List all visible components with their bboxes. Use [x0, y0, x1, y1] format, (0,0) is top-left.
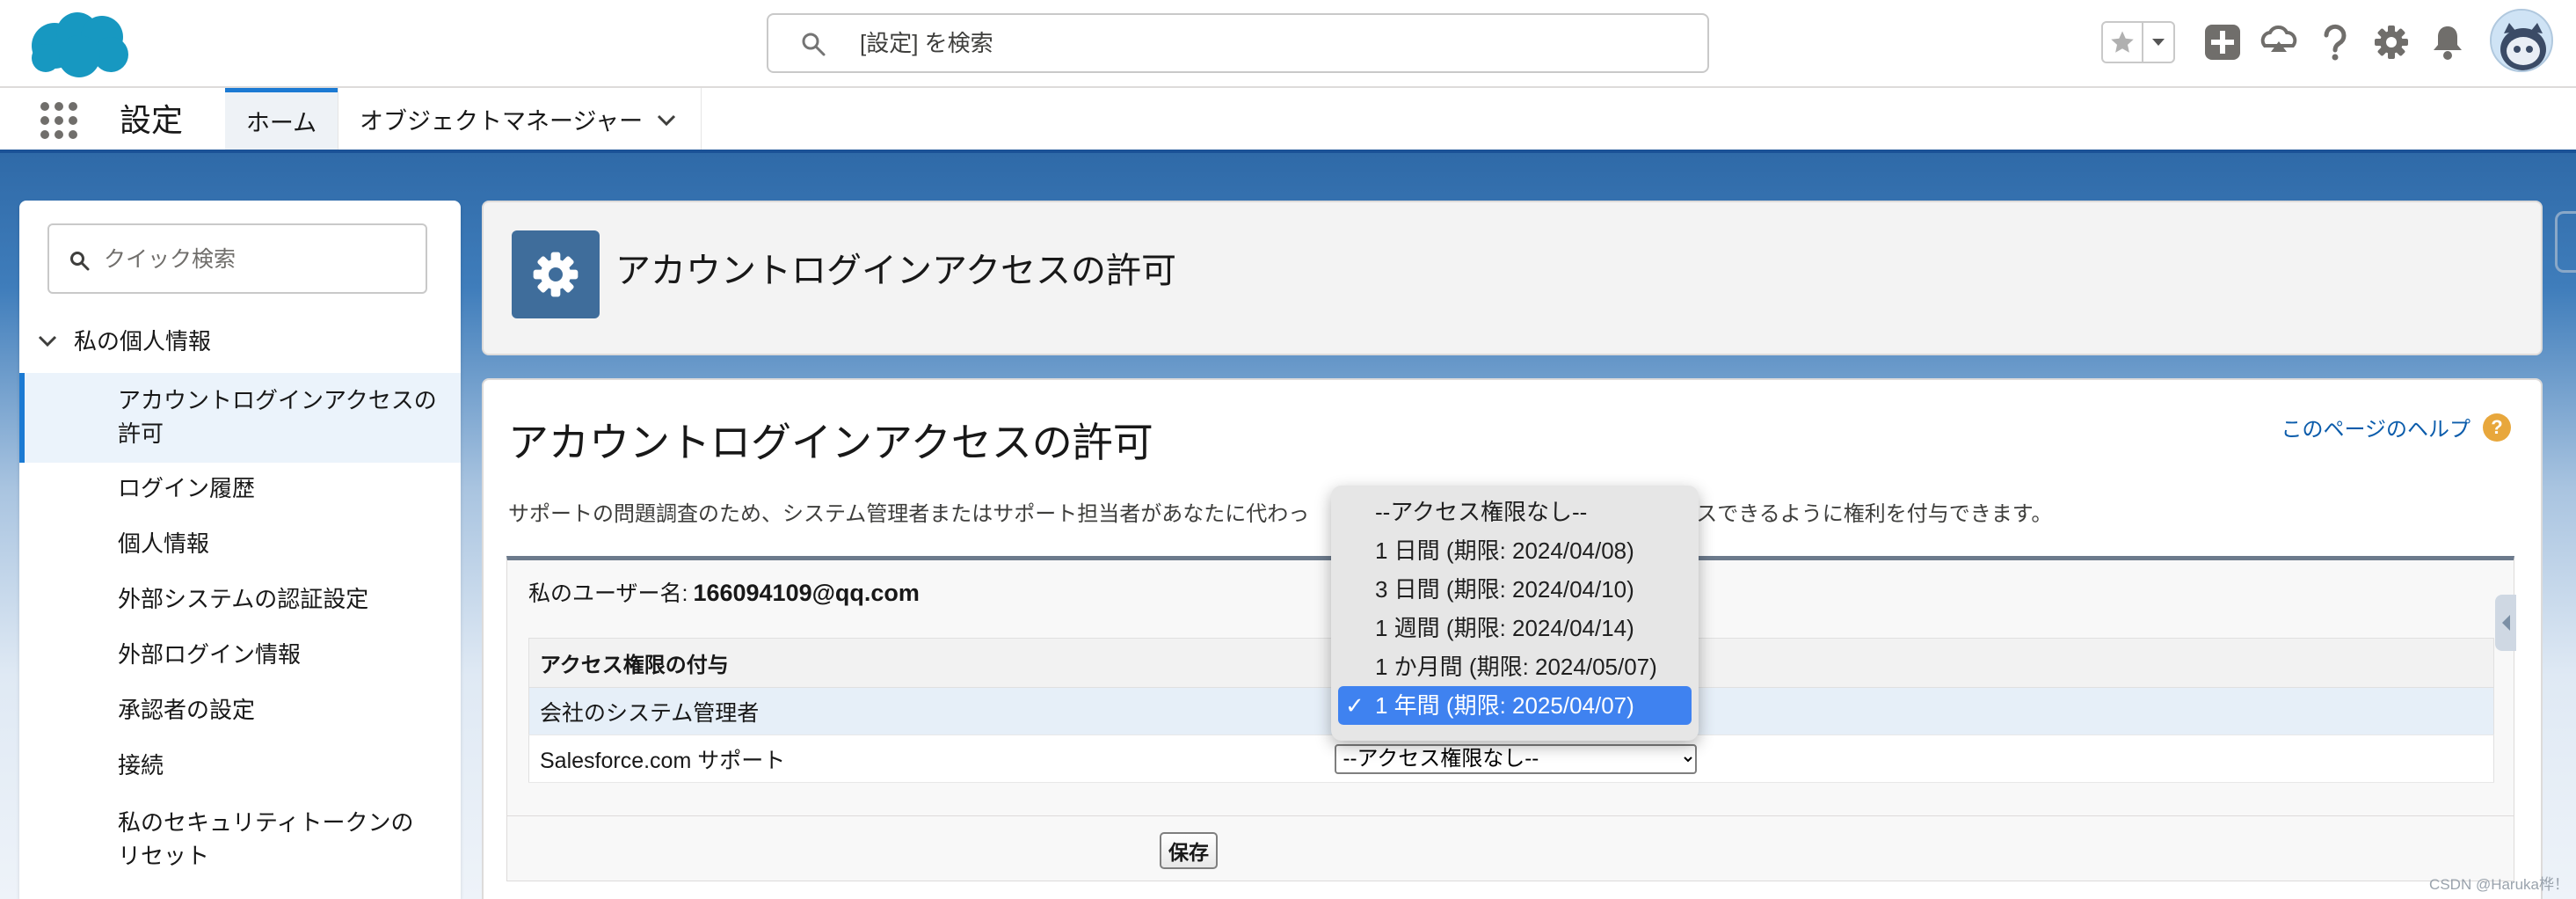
description-part-1: サポートの問題調査のため、システム管理者またはサポート担当者があなたに代わっ — [508, 502, 1310, 526]
tab-object-manager[interactable]: オブジェクトマネージャー — [338, 88, 702, 150]
user-name-row: 私のユーザー名: 166094109@qq.com — [528, 576, 920, 608]
tab-object-manager-label: オブジェクトマネージャー — [360, 107, 644, 135]
page-title: アカウントログインアクセスの許可 — [508, 420, 1153, 465]
global-header — [0, 0, 2576, 88]
help-icon[interactable] — [2310, 18, 2360, 67]
description-part-2: セスできるように権利を付与できます。 — [1675, 502, 2053, 526]
sidebar-item-external-auth[interactable]: 外部システムの認証設定 — [19, 582, 461, 616]
sidebar-item-connections[interactable]: 接続 — [19, 749, 461, 782]
chevron-down-icon — [38, 335, 57, 347]
sidebar-item-reset-security-token[interactable]: 私のセキュリティトークンのリセット — [19, 806, 424, 873]
row-label-company-admin: 会社のシステム管理者 — [528, 687, 1335, 735]
search-icon — [802, 33, 826, 56]
app-launcher-grid-icon[interactable] — [39, 100, 79, 141]
search-icon — [70, 252, 90, 271]
salesforce-support-access-select[interactable]: --アクセス権限なし-- — [1334, 743, 1697, 774]
app-navigation-bar: 設定 ホーム オブジェクトマネージャー — [0, 88, 2576, 153]
page-header-title: アカウントログインアクセスの許可 — [615, 252, 1176, 290]
watermark: CSDN @Haruka桦！ — [2429, 876, 2569, 893]
dropdown-option-label: --アクセス権限なし-- — [1375, 499, 1588, 525]
dropdown-option-1-day[interactable]: 1 日間 (期限: 2024/04/08) — [1338, 531, 1692, 570]
dropdown-option-3-days[interactable]: 3 日間 (期限: 2024/04/10) — [1338, 570, 1692, 609]
sidebar-item-approver-settings[interactable]: 承認者の設定 — [19, 693, 461, 727]
row-value-cell: --アクセス権限なし-- — [1334, 735, 2494, 783]
quick-find-box[interactable] — [47, 223, 427, 294]
help-question-icon: ? — [2483, 413, 2511, 442]
dropdown-option-1-week[interactable]: 1 週間 (期限: 2024/04/14) — [1338, 609, 1692, 647]
sidebar-item-grant-login-access[interactable]: アカウントログインアクセスの許可 — [19, 373, 461, 463]
side-panel-edge-handle[interactable] — [2555, 211, 2576, 273]
salesforce-cloud-icon[interactable] — [26, 7, 132, 81]
table-row: Salesforce.com サポート --アクセス権限なし-- — [528, 735, 2494, 783]
favorites-group — [2101, 21, 2175, 63]
sidebar-section-label: 私の個人情報 — [74, 328, 212, 354]
checkmark-icon: ✓ — [1345, 692, 1364, 719]
chevron-down-icon[interactable] — [655, 109, 678, 132]
sidebar-item-personal-info[interactable]: 個人情報 — [19, 527, 461, 560]
row-label-salesforce-support: Salesforce.com サポート — [528, 735, 1335, 783]
favorites-list-chevron-down-icon[interactable] — [2143, 23, 2173, 62]
save-button-row: 保存 — [507, 815, 2514, 884]
dropdown-option-label: 1 年間 (期限: 2025/04/07) — [1375, 692, 1634, 719]
access-duration-dropdown: --アクセス権限なし-- 1 日間 (期限: 2024/04/08) 3 日間 … — [1331, 486, 1699, 741]
description-text: サポートの問題調査のため、システム管理者またはサポート担当者があなたに代わっ セス… — [508, 496, 2052, 527]
sidebar-section-personal-info[interactable]: 私の個人情報 — [37, 324, 211, 356]
global-search-input[interactable] — [860, 26, 1651, 61]
avatar[interactable] — [2490, 9, 2553, 72]
quick-find-input[interactable] — [104, 243, 411, 276]
dropdown-option-1-year[interactable]: ✓ 1 年間 (期限: 2025/04/07) — [1338, 686, 1692, 725]
user-name-label: 私のユーザー名: — [528, 581, 688, 606]
dropdown-option-no-access[interactable]: --アクセス権限なし-- — [1338, 493, 1692, 531]
dropdown-option-1-month[interactable]: 1 か月間 (期限: 2024/05/07) — [1338, 647, 1692, 686]
help-link-label: このページのヘルプ — [2281, 418, 2470, 442]
help-for-page-link[interactable]: このページのヘルプ ? — [2281, 412, 2511, 442]
app-title: 設定 — [120, 102, 184, 138]
global-create-icon[interactable] — [2198, 18, 2247, 67]
sidebar-item-external-login[interactable]: 外部ログイン情報 — [19, 638, 461, 671]
setup-gear-icon[interactable] — [2367, 18, 2416, 67]
notification-bell-icon[interactable] — [2423, 18, 2472, 67]
collapse-panel-handle[interactable] — [2495, 595, 2516, 651]
trailhead-icon[interactable] — [2254, 18, 2303, 67]
chevron-left-icon — [2502, 615, 2510, 631]
setup-sidebar: 私の個人情報 アカウントログインアクセスの許可 ログイン履歴 個人情報 外部シス… — [19, 201, 461, 899]
user-name-value: 166094109@qq.com — [693, 580, 920, 606]
tab-home[interactable]: ホーム — [225, 88, 338, 150]
dropdown-option-label: 3 日間 (期限: 2024/04/10) — [1375, 576, 1634, 603]
sidebar-item-login-history[interactable]: ログイン履歴 — [19, 471, 461, 505]
global-search[interactable] — [767, 13, 1709, 73]
dropdown-option-label: 1 日間 (期限: 2024/04/08) — [1375, 537, 1634, 564]
save-button[interactable]: 保存 — [1160, 832, 1218, 869]
setup-gear-icon — [512, 230, 600, 318]
dropdown-option-label: 1 か月間 (期限: 2024/05/07) — [1375, 654, 1657, 680]
dropdown-option-label: 1 週間 (期限: 2024/04/14) — [1375, 615, 1634, 641]
favorite-star-icon[interactable] — [2103, 23, 2143, 62]
page-header-card: アカウントログインアクセスの許可 — [482, 201, 2543, 355]
